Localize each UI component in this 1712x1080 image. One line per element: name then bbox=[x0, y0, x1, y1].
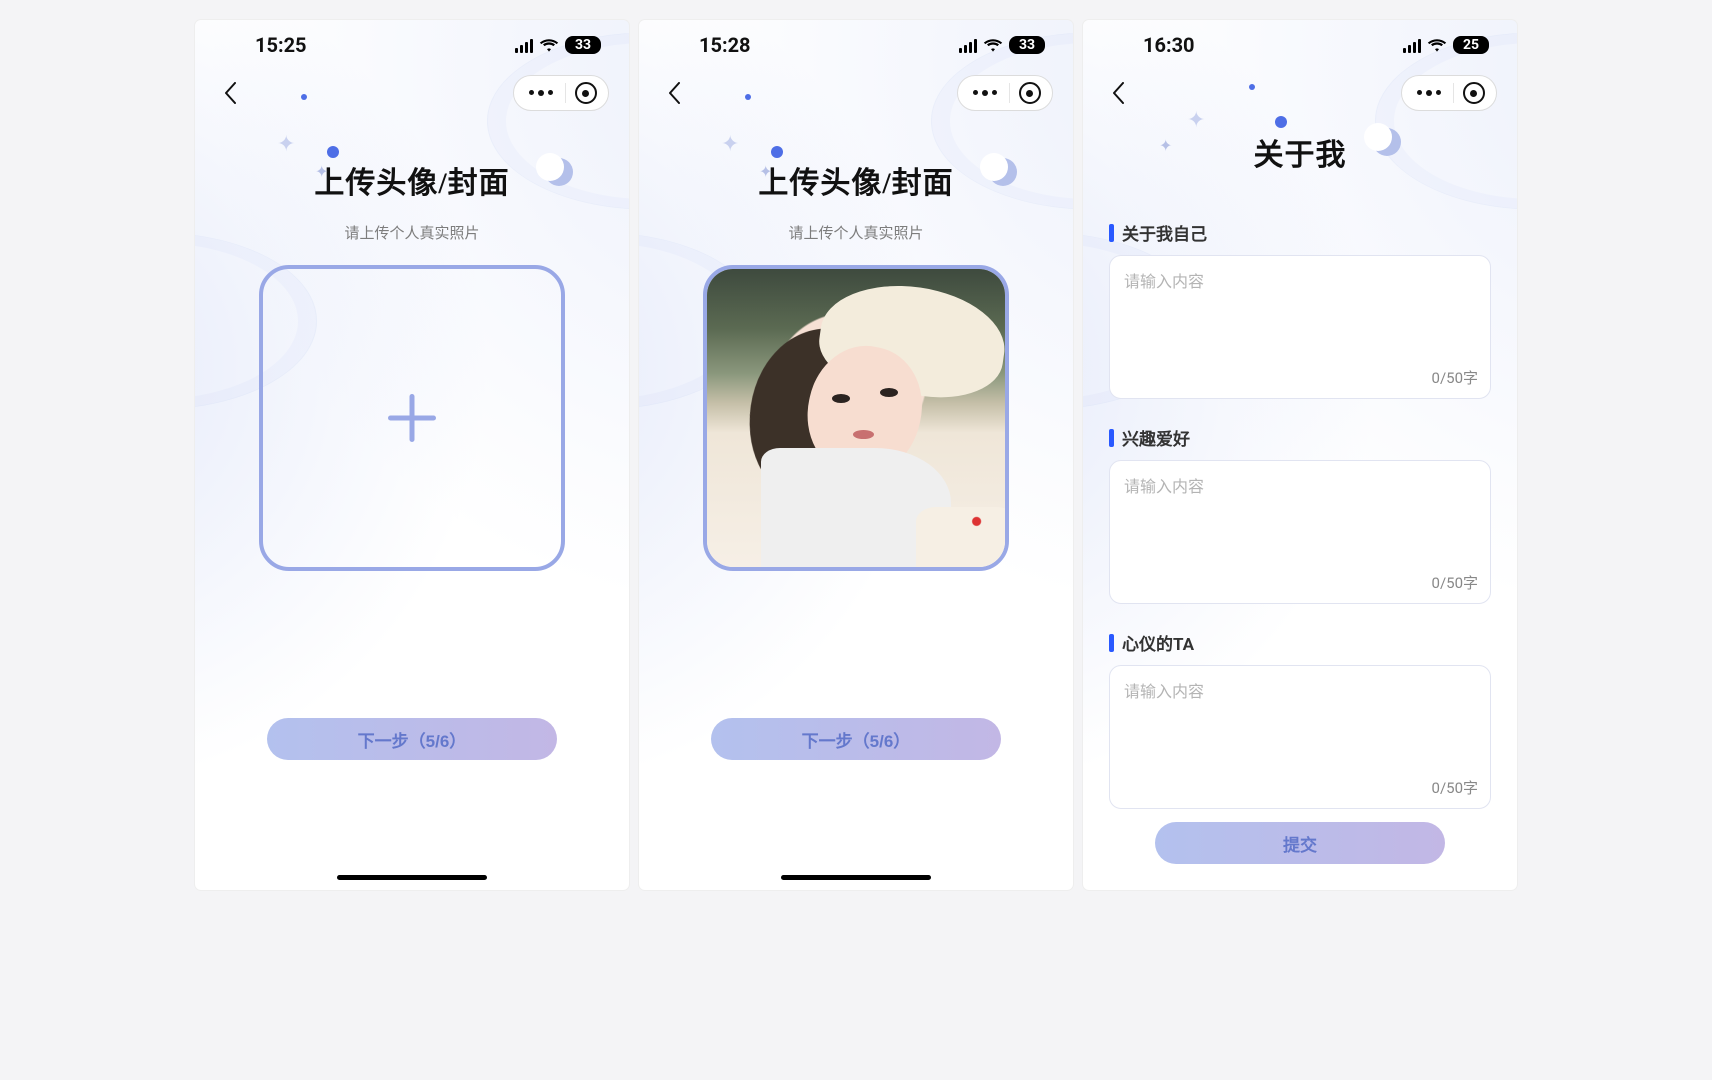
miniprogram-capsule bbox=[1401, 75, 1497, 111]
status-right: 33 bbox=[959, 36, 1045, 54]
hobbies-textarea[interactable]: 请输入内容 0/50字 bbox=[1109, 460, 1491, 604]
miniprogram-capsule bbox=[957, 75, 1053, 111]
status-time: 16:30 bbox=[1143, 33, 1195, 57]
plus-icon bbox=[388, 394, 436, 442]
back-button[interactable] bbox=[1103, 77, 1135, 109]
dot-decoration bbox=[1249, 84, 1255, 90]
sparkle-icon: ✦ bbox=[759, 162, 772, 181]
nav-bar bbox=[195, 70, 629, 116]
status-right: 25 bbox=[1403, 36, 1489, 54]
capsule-menu-button[interactable] bbox=[1405, 90, 1453, 96]
textarea-placeholder: 请输入内容 bbox=[1124, 473, 1476, 497]
phone-screen-upload-filled: 15:28 33 ✦ ✦ 上传头像/封面 请上传个人真实照片 bbox=[639, 20, 1073, 890]
status-bar: 15:25 33 bbox=[195, 20, 629, 70]
cellular-signal-icon bbox=[515, 37, 533, 53]
battery-level: 33 bbox=[1009, 36, 1045, 54]
dot-decoration bbox=[771, 146, 783, 158]
cellular-signal-icon bbox=[1403, 37, 1421, 53]
status-time: 15:25 bbox=[255, 33, 307, 57]
dot-decoration bbox=[1275, 116, 1287, 128]
page-header: ✦ ✦ 关于我 bbox=[1083, 130, 1517, 174]
char-counter: 0/50字 bbox=[1432, 777, 1478, 798]
page-subtitle: 请上传个人真实照片 bbox=[195, 222, 629, 243]
capsule-close-button[interactable] bbox=[1454, 82, 1494, 104]
upload-area bbox=[259, 265, 565, 571]
sparkle-icon: ✦ bbox=[277, 132, 295, 157]
moon-icon bbox=[1373, 128, 1401, 156]
back-button[interactable] bbox=[659, 77, 691, 109]
textarea-placeholder: 请输入内容 bbox=[1124, 678, 1476, 702]
status-time: 15:28 bbox=[699, 33, 751, 57]
cellular-signal-icon bbox=[959, 37, 977, 53]
capsule-menu-button[interactable] bbox=[961, 90, 1009, 96]
moon-icon bbox=[545, 158, 573, 186]
dot-decoration bbox=[301, 94, 307, 100]
section-title-about-self: 关于我自己 bbox=[1109, 220, 1491, 245]
section-title-hobbies: 兴趣爱好 bbox=[1109, 425, 1491, 450]
page-title: 关于我 bbox=[1083, 130, 1517, 174]
miniprogram-capsule bbox=[513, 75, 609, 111]
sparkle-icon: ✦ bbox=[1159, 136, 1172, 155]
char-counter: 0/50字 bbox=[1432, 572, 1478, 593]
char-counter: 0/50字 bbox=[1432, 367, 1478, 388]
phone-screen-about-me: 16:30 25 ✦ ✦ 关于我 关于我自己 请输入内容 0/50字 bbox=[1083, 20, 1517, 890]
back-button[interactable] bbox=[215, 77, 247, 109]
status-bar: 16:30 25 bbox=[1083, 20, 1517, 70]
nav-bar bbox=[639, 70, 1073, 116]
page-subtitle: 请上传个人真实照片 bbox=[639, 222, 1073, 243]
nav-bar bbox=[1083, 70, 1517, 116]
phone-screen-upload-empty: 15:25 33 ✦ ✦ 上传头像/封面 请上传个人真实照片 bbox=[195, 20, 629, 890]
status-bar: 15:28 33 bbox=[639, 20, 1073, 70]
status-right: 33 bbox=[515, 36, 601, 54]
battery-level: 25 bbox=[1453, 36, 1489, 54]
submit-button[interactable]: 提交 bbox=[1155, 822, 1445, 864]
capsule-close-button[interactable] bbox=[566, 82, 606, 104]
battery-level: 33 bbox=[565, 36, 601, 54]
section-title-ideal-partner: 心仪的TA bbox=[1109, 630, 1491, 655]
portrait-image bbox=[707, 269, 1005, 567]
wifi-icon bbox=[539, 37, 559, 53]
next-step-button[interactable]: 下一步（5/6） bbox=[267, 718, 557, 760]
about-me-form: 关于我自己 请输入内容 0/50字 兴趣爱好 请输入内容 0/50字 心仪的TA… bbox=[1083, 174, 1517, 809]
home-indicator[interactable] bbox=[781, 875, 931, 880]
upload-area bbox=[703, 265, 1009, 571]
textarea-placeholder: 请输入内容 bbox=[1124, 268, 1476, 292]
wifi-icon bbox=[983, 37, 1003, 53]
sparkle-icon: ✦ bbox=[1187, 108, 1205, 133]
wifi-icon bbox=[1427, 37, 1447, 53]
ideal-partner-textarea[interactable]: 请输入内容 0/50字 bbox=[1109, 665, 1491, 809]
moon-icon bbox=[989, 158, 1017, 186]
dot-decoration bbox=[745, 94, 751, 100]
about-self-textarea[interactable]: 请输入内容 0/50字 bbox=[1109, 255, 1491, 399]
capsule-menu-button[interactable] bbox=[517, 90, 565, 96]
home-indicator[interactable] bbox=[337, 875, 487, 880]
uploaded-photo[interactable] bbox=[707, 269, 1005, 567]
capsule-close-button[interactable] bbox=[1010, 82, 1050, 104]
sparkle-icon: ✦ bbox=[315, 162, 328, 181]
page-header: ✦ ✦ 上传头像/封面 请上传个人真实照片 bbox=[195, 158, 629, 243]
dot-decoration bbox=[327, 146, 339, 158]
sparkle-icon: ✦ bbox=[721, 132, 739, 157]
next-step-button[interactable]: 下一步（5/6） bbox=[711, 718, 1001, 760]
page-header: ✦ ✦ 上传头像/封面 请上传个人真实照片 bbox=[639, 158, 1073, 243]
